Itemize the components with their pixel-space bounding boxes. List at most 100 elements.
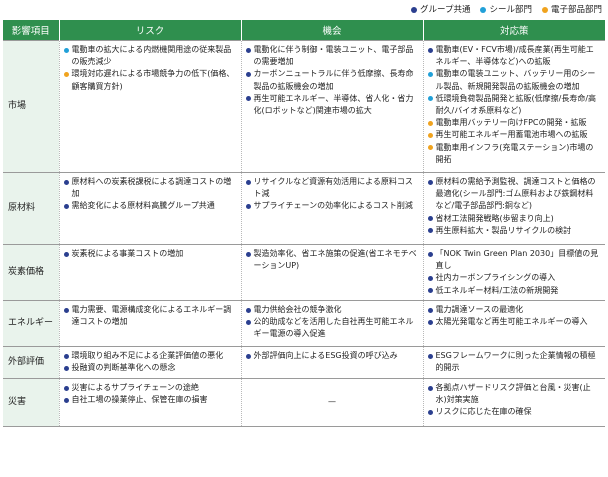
item-text: 電動車(EV・FCV市場)/成長産業(再生可能エネルギー、半導体など)への拡販 [435, 45, 594, 67]
item-text: 電動車用インフラ(充電ステーション)市場の開拓 [435, 142, 594, 164]
risk-list: 原材料への炭素税課税による調達コストの増加 需給変化による原材料高騰グループ共通 [63, 176, 237, 213]
item-text: 電力需要、電源構成変化によるエネルギー調達コストの増加 [71, 305, 232, 327]
list-item: 環境取り組み不足による企業評価値の悪化 [63, 350, 237, 362]
table-row: エネルギー 電力需要、電源構成変化によるエネルギー調達コストの増加 電力供給会社の競… [3, 300, 605, 347]
opportunity-list: リサイクルなど資源有効活用による原料コスト減 サプライチェーンの効率化によるコスト… [245, 176, 419, 213]
table-row: 外部評価 環境取り組み不足による企業評価値の悪化 投融資の判断基準化への懸念 外部評価… [3, 346, 605, 379]
legend-item-electronic: 電子部品部門 [541, 4, 602, 16]
opportunity-list: 外部評価向上によるESG投資の呼び込み [245, 350, 419, 362]
group-dot-icon [427, 179, 433, 185]
item-text: 需給変化による原材料高騰グループ共通 [71, 201, 215, 211]
item-text: 公的助成などを活用した自社再生可能エネルギー電源の導入促進 [253, 317, 414, 339]
group-dot-icon [63, 397, 69, 403]
group-dot-icon [427, 319, 433, 325]
group-dot-icon [427, 409, 433, 415]
group-dot-icon [245, 251, 251, 257]
list-item: リサイクルなど資源有効活用による原料コスト減 [245, 176, 419, 200]
risk-cell: 炭素税による事業コストの増加 [58, 244, 241, 301]
risk-cell: 電力需要、電源構成変化によるエネルギー調達コストの増加 [58, 300, 241, 347]
response-list: 各拠点ハザードリスク評価と台風・災害(止水)対策実施 リスクに応じた在庫の確保 [427, 382, 602, 419]
item-text: カーボンニュートラルに伴う低摩擦、長寿命製品の拡販機会の増加 [253, 69, 414, 91]
list-item: 再生可能エネルギー用蓄電池市場への拡販 [427, 129, 602, 141]
legend: グループ共通 シール部門 電子部品部門 [410, 4, 602, 16]
table-row: 原材料 原材料への炭素税課税による調達コストの増加 需給変化による原材料高騰グループ… [3, 172, 605, 245]
risk-cell: 環境取り組み不足による企業評価値の悪化投融資の判断基準化への懸念 [58, 346, 241, 379]
list-item: 「NOK Twin Green Plan 2030」目標値の見直し [427, 248, 602, 272]
group-dot-icon [245, 179, 251, 185]
list-item: 原材料への炭素税課税による調達コストの増加 [63, 176, 237, 200]
list-item: 各拠点ハザードリスク評価と台風・災害(止水)対策実施 [427, 382, 602, 406]
list-item: 電動車の電装ユニット、バッテリー用のシール製品、新規開発製品の拡販機会の増加 [427, 68, 602, 92]
row-category: 炭素価格 [3, 244, 59, 301]
group-dot-icon [63, 251, 69, 257]
list-item: 低環境負荷製品開発と拡販(低摩擦/長寿命/高耐久/バイオ系原料など) [427, 93, 602, 117]
response-list: ESGフレームワークに則った企業情報の積極的開示 [427, 350, 602, 374]
list-item: サプライチェーンの効率化によるコスト削減 [245, 200, 419, 212]
opportunity-cell: 外部評価向上によるESG投資の呼び込み [240, 346, 423, 379]
item-text: 省材工法開発戦略(歩留まり向上) [435, 213, 554, 223]
item-text: 災害によるサプライチェーンの途絶 [71, 383, 199, 392]
item-text: 電動車用バッテリー向けFPCの開発・拡販 [435, 118, 587, 128]
legend-label: グループ共通 [419, 5, 471, 15]
list-item: 投融資の判断基準化への懸念 [63, 362, 237, 374]
group-dot-icon [427, 385, 433, 391]
risk-cell: 電動車の拡大による内燃機関用途の従来製品の販売減少 環境対応遅れによる市場競争力の… [58, 40, 241, 173]
list-item: リスクに応じた在庫の確保 [427, 406, 602, 418]
opportunity-cell: リサイクルなど資源有効活用による原料コスト減 サプライチェーンの効率化によるコスト… [240, 172, 423, 245]
response-list: 電動車(EV・FCV市場)/成長産業(再生可能エネルギー、半導体など)への拡販電… [427, 44, 602, 166]
climate-risk-table: 影響項目 リスク 機会 対応策 市場 電動車の拡大による内燃機関用途の従来製品の販… [3, 20, 605, 427]
list-item: 外部評価向上によるESG投資の呼び込み [245, 350, 419, 362]
table-row: 市場 電動車の拡大による内燃機関用途の従来製品の販売減少 環境対応遅れによる市場競争… [3, 40, 605, 173]
list-item: 社内カーボンプライシングの導入 [427, 272, 602, 284]
legend-label: シール部門 [489, 5, 532, 15]
item-text: 電動車の電装ユニット、バッテリー用のシール製品、新規開発製品の拡販機会の増加 [435, 69, 596, 91]
group-dot-icon [427, 228, 433, 234]
group-dot-icon [245, 319, 251, 325]
response-cell: 原材料の需給予測監視、調達コストと価格の最適化(シール部門:ゴム原料および鉄鋼材… [422, 172, 605, 245]
risk-list: 環境取り組み不足による企業評価値の悪化投融資の判断基準化への懸念 [63, 350, 237, 374]
list-item: 製造効率化、省エネ施策の促進(省エネモチベーションUP) [245, 248, 419, 272]
item-text: 社内カーボンプライシングの導入 [435, 273, 556, 283]
table-row: 災害 災害によるサプライチェーンの途絶 自社工場の操業停止、保管在庫の損害 — 各拠点ハ… [3, 378, 605, 427]
header-impact-item: 影響項目 [3, 20, 59, 41]
header-risk: リスク [58, 20, 241, 41]
list-item: 電動化に伴う制御・電装ユニット、電子部品の需要増加 [245, 44, 419, 68]
electronic-dot-icon [63, 71, 69, 77]
list-item: 再生原料拡大・製品リサイクルの検討 [427, 225, 602, 237]
response-cell: 電力調達ソースの最適化 太陽光発電など再生可能エネルギーの導入 [422, 300, 605, 347]
header-response: 対応策 [422, 20, 605, 41]
group-dot-icon [245, 353, 251, 359]
seal-dot-icon [480, 7, 487, 13]
item-text: 電力供給会社の競争激化 [253, 305, 342, 314]
risk-list: 電力需要、電源構成変化によるエネルギー調達コストの増加 [63, 304, 237, 328]
list-item: 自社工場の操業停止、保管在庫の損害 [63, 394, 237, 406]
opportunity-list: 電力供給会社の競争激化公的助成などを活用した自社再生可能エネルギー電源の導入促進 [245, 304, 419, 341]
group-dot-icon [245, 203, 251, 209]
group-dot-icon [427, 353, 433, 359]
list-item: 電力需要、電源構成変化によるエネルギー調達コストの増加 [63, 304, 237, 328]
group-dot-icon [410, 7, 417, 13]
group-dot-icon [427, 307, 433, 313]
opportunity-cell: — [240, 378, 423, 427]
opportunity-cell: 電力供給会社の競争激化公的助成などを活用した自社再生可能エネルギー電源の導入促進 [240, 300, 423, 347]
row-category: 外部評価 [3, 346, 59, 379]
row-category: エネルギー [3, 300, 59, 347]
group-dot-icon [63, 353, 69, 359]
opportunity-cell: 製造効率化、省エネ施策の促進(省エネモチベーションUP) [240, 244, 423, 301]
item-text: 環境取り組み不足による企業評価値の悪化 [71, 351, 224, 360]
list-item: 再生可能エネルギー、半導体、省人化・省力化(ロボットなど)関連市場の拡大 [245, 93, 419, 117]
response-cell: 「NOK Twin Green Plan 2030」目標値の見直し 社内カーボンプ… [422, 244, 605, 301]
electronic-dot-icon [541, 7, 548, 13]
item-text: 再生可能エネルギー、半導体、省人化・省力化(ロボットなど)関連市場の拡大 [253, 93, 414, 116]
item-text: 製造効率化、省エネ施策の促進(省エネモチベーションUP) [253, 249, 417, 271]
item-text: 各拠点ハザードリスク評価と台風・災害(止水)対策実施 [435, 383, 591, 405]
group-dot-icon [63, 179, 69, 185]
list-item: 電動車の拡大による内燃機関用途の従来製品の販売減少 [63, 44, 237, 68]
list-item: 災害によるサプライチェーンの途絶 [63, 382, 237, 394]
response-cell: ESGフレームワークに則った企業情報の積極的開示 [422, 346, 605, 379]
response-cell: 各拠点ハザードリスク評価と台風・災害(止水)対策実施 リスクに応じた在庫の確保 [422, 378, 605, 427]
group-dot-icon [245, 307, 251, 313]
list-item: 炭素税による事業コストの増加 [63, 248, 237, 260]
opportunity-list: 電動化に伴う制御・電装ユニット、電子部品の需要増加 カーボンニュートラルに伴う低摩… [245, 44, 419, 117]
group-dot-icon [245, 96, 251, 102]
